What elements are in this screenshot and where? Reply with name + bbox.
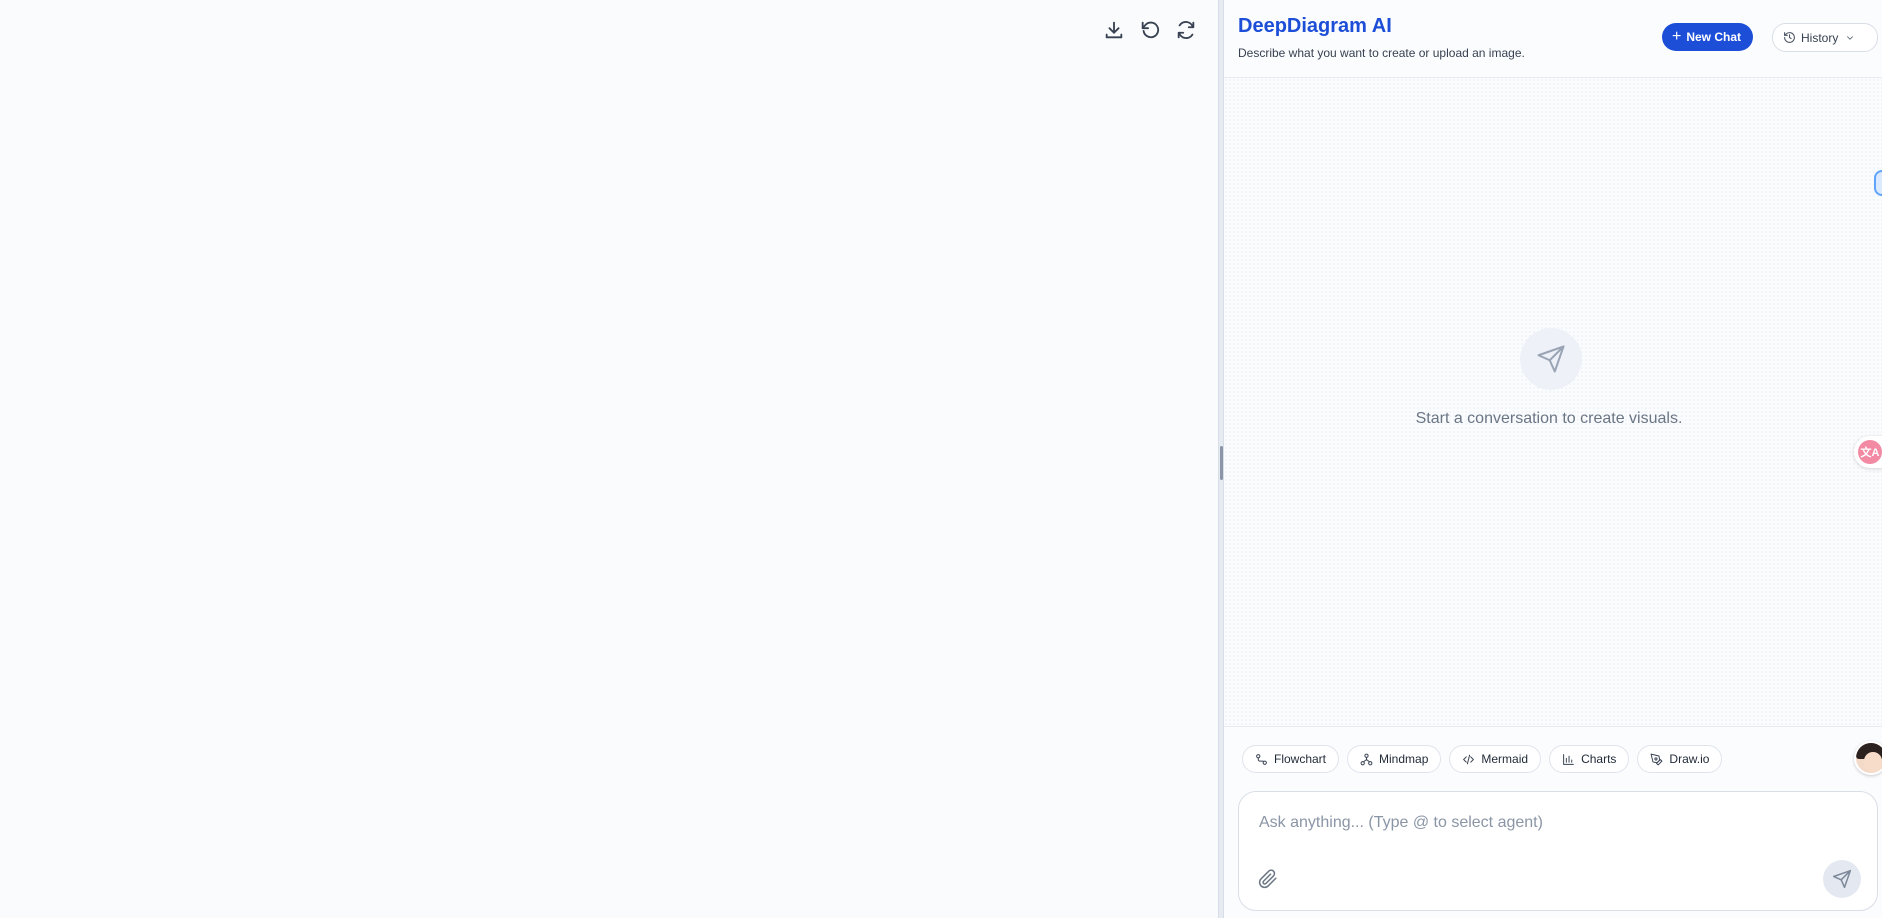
chat-messages[interactable]: Start a conversation to create visuals. …: [1224, 78, 1882, 726]
agent-chips: Flowchart Mindmap Mermaid Charts Draw.io: [1242, 745, 1723, 773]
chat-panel: DeepDiagram AI Describe what you want to…: [1224, 0, 1882, 918]
agent-chip-label: Draw.io: [1669, 752, 1710, 766]
send-icon: [1832, 869, 1852, 889]
message-input[interactable]: [1259, 814, 1819, 844]
mindmap-icon: [1360, 753, 1373, 765]
new-chat-label: New Chat: [1686, 30, 1742, 44]
diagram-canvas[interactable]: [0, 0, 1218, 918]
agent-chip-mindmap[interactable]: Mindmap: [1347, 745, 1442, 773]
agent-chip-drawio[interactable]: Draw.io: [1637, 745, 1723, 773]
resize-handle[interactable]: [1220, 446, 1223, 480]
app-title: DeepDiagram AI: [1238, 15, 1392, 37]
download-button[interactable]: [1102, 18, 1126, 42]
message-composer: [1238, 791, 1878, 911]
empty-state-message: Start a conversation to create visuals.: [1415, 410, 1683, 427]
agent-chip-label: Flowchart: [1274, 752, 1327, 766]
agent-chip-label: Mindmap: [1379, 752, 1429, 766]
agent-chip-mermaid[interactable]: Mermaid: [1449, 745, 1542, 773]
composer-area: Flowchart Mindmap Mermaid Charts Draw.io: [1224, 726, 1882, 918]
undo-button[interactable]: [1138, 18, 1162, 42]
avatar[interactable]: [1854, 741, 1882, 775]
plus-icon: +: [1672, 28, 1682, 45]
new-chat-button[interactable]: + New Chat: [1662, 23, 1754, 51]
canvas-toolbar: [1102, 18, 1198, 42]
send-icon: [1520, 328, 1582, 390]
history-icon: [1784, 32, 1795, 43]
avatar-face: [1864, 752, 1882, 772]
undo-icon: [1141, 21, 1160, 39]
history-dropdown[interactable]: History: [1772, 23, 1878, 52]
pen-icon: [1651, 753, 1663, 765]
app-root: DeepDiagram AI Describe what you want to…: [0, 0, 1882, 918]
history-label: History: [1801, 30, 1839, 45]
app-subtitle: Describe what you want to create or uplo…: [1238, 46, 1525, 60]
agent-chip-charts[interactable]: Charts: [1549, 745, 1630, 773]
send-button[interactable]: [1823, 860, 1861, 898]
chevron-down-icon: [1847, 35, 1854, 40]
bar-chart-icon: [1563, 753, 1574, 765]
translate-button[interactable]: 文A: [1854, 436, 1882, 468]
agent-chip-label: Charts: [1581, 752, 1617, 766]
code-icon: [1463, 754, 1475, 764]
agent-chip-flowchart[interactable]: Flowchart: [1242, 745, 1340, 773]
attach-button[interactable]: [1255, 866, 1281, 892]
refresh-button[interactable]: [1174, 18, 1198, 42]
refresh-icon: [1177, 21, 1195, 39]
flowchart-icon: [1256, 753, 1267, 765]
extension-tab[interactable]: [1874, 170, 1882, 196]
translate-icon: 文A: [1858, 440, 1882, 464]
chat-header: DeepDiagram AI Describe what you want to…: [1224, 0, 1882, 78]
agent-chip-label: Mermaid: [1481, 752, 1529, 766]
paperclip-icon: [1258, 869, 1277, 889]
download-icon: [1105, 21, 1123, 39]
